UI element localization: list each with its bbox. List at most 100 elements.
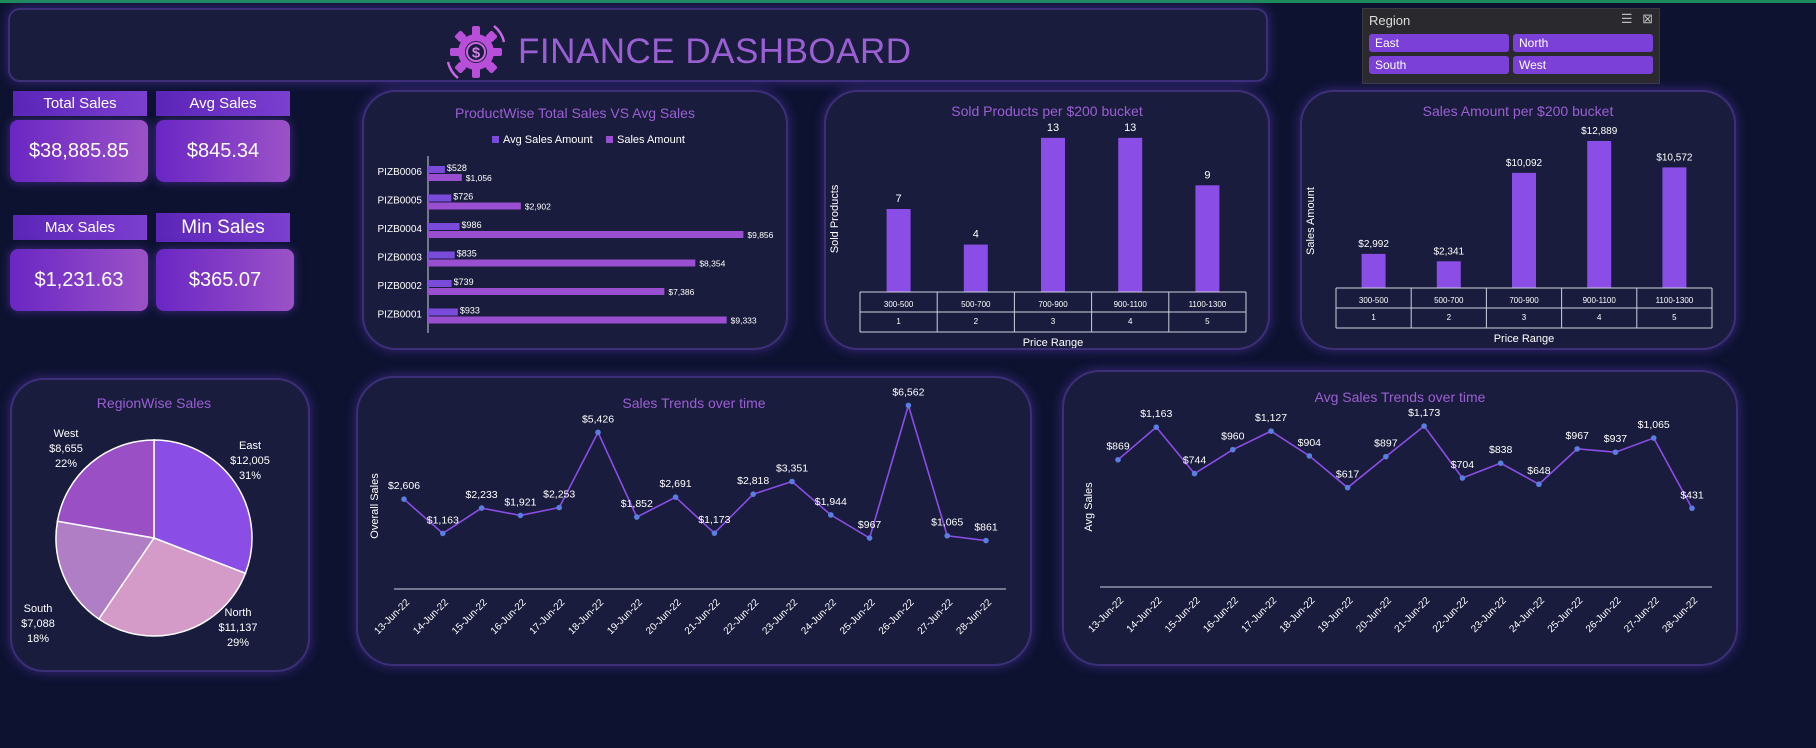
- data-point-18-Jun-22: [595, 429, 601, 436]
- data-point-14-Jun-22: [440, 530, 446, 537]
- data-label-25-Jun-22: $967: [1566, 430, 1590, 442]
- pie-label-value-north: $11,137: [219, 622, 258, 634]
- bar-sales-PIZB0004: [428, 231, 744, 238]
- data-label-15-Jun-22: $744: [1183, 455, 1207, 467]
- slicer-item-east[interactable]: East: [1369, 34, 1509, 52]
- tick-sublabel-900-1100: 4: [1128, 317, 1133, 326]
- kpi-min-sales-label: Min Sales: [156, 213, 290, 242]
- data-label-28-Jun-22: $431: [1680, 489, 1704, 501]
- tick-label-15-Jun-22: 15-Jun-22: [1163, 595, 1203, 635]
- data-label-23-Jun-22: $3,351: [776, 463, 808, 475]
- tick-label-PIZB0002: PIZB0002: [378, 281, 423, 292]
- bar-300-500: [1361, 253, 1386, 288]
- data-label-900-1100: $12,889: [1581, 126, 1618, 137]
- tick-label-900-1100: 900-1100: [1583, 296, 1617, 305]
- y-axis-title: Overall Sales: [369, 473, 381, 539]
- slicer-item-north[interactable]: North: [1513, 34, 1653, 52]
- data-label-14-Jun-22: $1,163: [427, 514, 459, 526]
- tick-label-19-Jun-22: 19-Jun-22: [1316, 595, 1356, 635]
- kpi-max-sales-label: Max Sales: [13, 215, 147, 240]
- pie-label-pct-south: 18%: [27, 633, 49, 645]
- data-label-27-Jun-22: $1,065: [1638, 419, 1670, 431]
- data-label-22-Jun-22: $704: [1451, 459, 1475, 471]
- y-axis-title: Avg Sales: [1083, 482, 1095, 532]
- avg-trend-chart: Avg Sales Trends over time Avg Sales $869 1…: [1083, 389, 1712, 635]
- tick-label-500-700: 500-700: [961, 300, 991, 309]
- bar-sales-PIZB0001: [428, 316, 727, 324]
- data-label-23-Jun-22: $838: [1489, 444, 1513, 456]
- slicer-toolbar: ☰ ⊠: [1621, 11, 1653, 27]
- region-slicer[interactable]: Region ☰ ⊠ East North South West: [1362, 8, 1660, 84]
- slicer-item-west[interactable]: West: [1513, 56, 1653, 74]
- bar-avg-PIZB0005: [428, 194, 452, 202]
- data-label-avg-PIZB0001: $933: [460, 306, 480, 316]
- pie-label-value-east: $12,005: [230, 455, 270, 467]
- legend-swatch-avg: [492, 136, 499, 143]
- data-point-13-Jun-22: [401, 496, 407, 503]
- tick-label-16-Jun-22: 16-Jun-22: [489, 597, 529, 637]
- sales-trend-panel: Sales Trends over time Overall Sales $2,60…: [356, 376, 1032, 666]
- sold-products-panel: Sold Products per $200 bucket Sold Produc…: [824, 90, 1270, 350]
- pie-label-pct-west: 22%: [55, 458, 77, 470]
- tick-label-PIZB0001: PIZB0001: [378, 310, 423, 321]
- data-label-700-900: $10,092: [1506, 158, 1543, 169]
- tick-label-22-Jun-22: 22-Jun-22: [722, 597, 762, 637]
- tick-label-24-Jun-22: 24-Jun-22: [1507, 595, 1547, 635]
- data-label-20-Jun-22: $2,691: [660, 478, 692, 490]
- data-point-16-Jun-22: [1230, 446, 1236, 453]
- chart-title: Sales Trends over time: [622, 395, 765, 411]
- pie-label-pct-north: 29%: [227, 637, 249, 649]
- data-label-13-Jun-22: $869: [1106, 441, 1130, 453]
- data-point-28-Jun-22: [983, 537, 989, 544]
- chart-title: Sold Products per $200 bucket: [951, 103, 1143, 119]
- data-point-28-Jun-22: [1689, 505, 1695, 512]
- legend-label-avg: Avg Sales Amount: [503, 134, 593, 146]
- data-label-20-Jun-22: $897: [1374, 438, 1398, 450]
- bar-500-700: [963, 244, 988, 292]
- tick-label-26-Jun-22: 26-Jun-22: [1584, 595, 1624, 635]
- data-point-27-Jun-22: [1650, 435, 1657, 441]
- multi-select-icon[interactable]: ☰: [1621, 11, 1633, 26]
- data-label-1100-1300: $10,572: [1656, 152, 1693, 163]
- title-banner: $ FINANCE DASHBOARD: [8, 8, 1268, 82]
- regionwise-chart: RegionWise Sales East $12,005 31% North $11,1…: [21, 395, 270, 649]
- series-line: [403, 402, 987, 542]
- clear-filter-icon[interactable]: ⊠: [1642, 11, 1653, 26]
- bar-sales-PIZB0005: [428, 202, 521, 210]
- data-label-27-Jun-22: $1,065: [931, 517, 963, 529]
- bar-sales-PIZB0003: [428, 259, 696, 267]
- bar-500-700: [1436, 261, 1461, 288]
- tick-sublabel-700-900: 3: [1522, 313, 1527, 322]
- kpi-max-sales-value: $1,231.63: [10, 249, 148, 311]
- bar-900-1100: [1118, 137, 1143, 292]
- data-point-27-Jun-22: [944, 532, 950, 539]
- data-label-1100-1300: 9: [1204, 169, 1210, 181]
- data-point-20-Jun-22: [672, 494, 679, 500]
- data-label-22-Jun-22: $2,818: [737, 475, 769, 487]
- tick-sublabel-300-500: 1: [1371, 313, 1376, 322]
- sold-products-chart: Sold Products per $200 bucket Sold Produc…: [829, 103, 1247, 349]
- tick-sublabel-300-500: 1: [896, 317, 901, 326]
- tick-label-900-1100: 900-1100: [1114, 300, 1148, 309]
- data-label-17-Jun-22: $2,253: [543, 489, 575, 501]
- tick-label-1100-1300: 1100-1300: [1189, 300, 1227, 309]
- kpi-avg-sales-value: $845.34: [156, 120, 290, 182]
- chart-title: Avg Sales Trends over time: [1315, 389, 1486, 405]
- data-label-700-900: 13: [1047, 122, 1059, 134]
- tick-label-17-Jun-22: 17-Jun-22: [528, 597, 568, 637]
- tick-sublabel-500-700: 2: [974, 317, 979, 326]
- bar-700-900: [1041, 137, 1065, 292]
- legend-label-sales: Sales Amount: [617, 134, 685, 146]
- data-label-avg-PIZB0006: $528: [447, 163, 467, 173]
- tick-label-18-Jun-22: 18-Jun-22: [1278, 595, 1318, 635]
- data-label-avg-PIZB0002: $739: [454, 277, 474, 287]
- data-label-300-500: 7: [896, 193, 902, 205]
- tick-label-13-Jun-22: 13-Jun-22: [1087, 595, 1127, 635]
- bar-700-900: [1512, 172, 1536, 288]
- pie-label-value-west: $8,655: [49, 443, 83, 455]
- slicer-item-south[interactable]: South: [1369, 56, 1509, 74]
- chart-title: RegionWise Sales: [97, 395, 211, 411]
- tick-label-22-Jun-22: 22-Jun-22: [1431, 595, 1471, 635]
- bar-avg-PIZB0006: [428, 166, 445, 173]
- data-label-avg-PIZB0004: $986: [462, 220, 482, 230]
